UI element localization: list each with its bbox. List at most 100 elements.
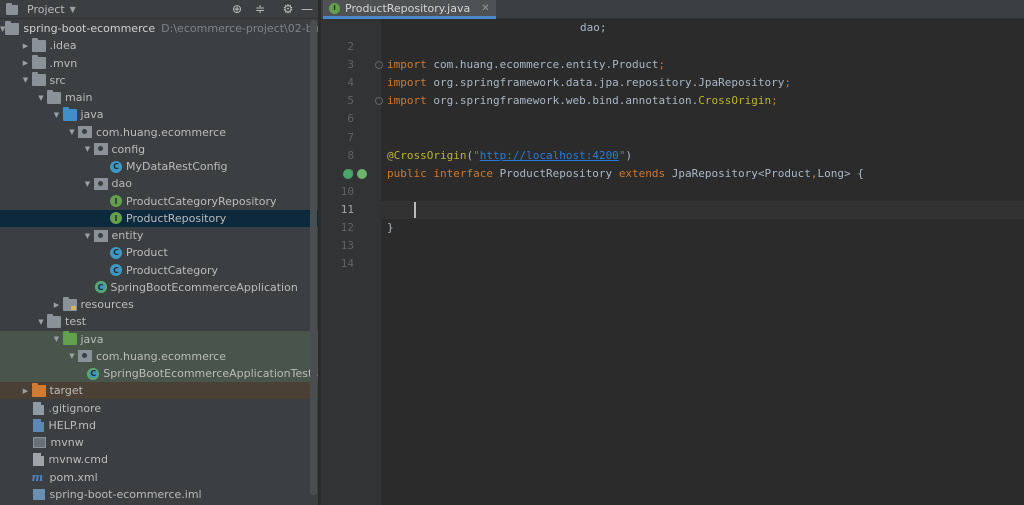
project-tree-scrollbar[interactable] [310,20,317,495]
line-number: 13 [340,239,354,253]
code-editor: I ProductRepository.java ✕ 2345678910111… [321,0,1024,505]
expand-arrow-icon[interactable]: ▼ [35,313,47,330]
tree-item[interactable]: ▶spring-boot-ecommerce.iml [0,486,318,503]
class-icon: C [110,160,122,173]
tree-item[interactable]: ▼ com.huang.ecommerce [0,124,318,141]
tree-item[interactable]: ▼ entity [0,227,318,244]
code-token: ProductRepository [492,166,619,180]
package-icon [78,126,92,138]
chevron-down-icon: ▼ [69,5,76,14]
line-number: 7 [347,130,354,144]
tree-item-label: MyDataRestConfig [126,160,228,173]
tree-item[interactable]: ▼ test [0,313,318,330]
tree-item[interactable]: ▶CSpringBootEcommerceApplicationTests [0,365,318,382]
close-icon[interactable]: ✕ [481,3,489,14]
tree-item-label: java [80,108,104,122]
tab-product-repository[interactable]: I ProductRepository.java ✕ [323,0,496,19]
code-token: ; [784,76,791,90]
hide-icon[interactable]: — [299,1,315,17]
collapse-arrow-icon[interactable]: ▶ [20,382,32,399]
code-line: } [387,219,394,237]
tree-item[interactable]: ▼ com.huang.ecommerce [0,347,318,365]
implemented-icon[interactable] [357,168,367,179]
expand-arrow-icon[interactable]: ▼ [82,227,94,244]
editor-tab-bar: I ProductRepository.java ✕ [321,0,1024,19]
tree-item-label: ProductCategoryRepository [126,194,277,208]
tree-item[interactable]: ▶ target [0,382,318,400]
tree-item[interactable]: ▼ src [0,72,318,89]
tree-item[interactable]: ▼ java [0,106,318,123]
markdown-icon [32,418,44,432]
tree-item[interactable]: ▼ config [0,141,318,158]
expand-arrow-icon[interactable]: ▼ [20,72,32,89]
tree-item[interactable]: ▶CProductCategory [0,262,318,279]
line-number: 6 [347,112,354,126]
code-token: import [387,94,427,108]
tree-item[interactable]: ▶mpom.xml [0,469,318,486]
tree-item[interactable]: ▶HELP.md [0,417,318,434]
tree-item-label: mvnw [50,436,84,449]
code-line: import org.springframework.web.bind.anno… [387,92,778,110]
package-icon [78,350,92,363]
collapse-arrow-icon[interactable]: ▶ [51,296,63,313]
module-icon [32,488,45,500]
tree-item-label: resources [80,298,134,311]
line-number: 3 [347,58,354,72]
spring-bean-icon[interactable] [343,168,353,179]
tree-item[interactable]: ▶CSpringBootEcommerceApplication [0,279,318,296]
tree-item-label: spring-boot-ecommerce.iml [49,487,202,501]
tree-item-label: main [65,91,93,104]
tree-item-label: Product [126,246,168,260]
tree-item[interactable]: ▶ .mvn [0,55,318,72]
project-view-selector[interactable]: Project ▼ [6,2,76,17]
expand-arrow-icon[interactable]: ▼ [51,106,63,123]
expand-arrow-icon[interactable]: ▼ [51,331,63,348]
code-token: org.springframework.web.bind.annotation. [426,94,699,108]
package-icon [93,177,108,190]
excluded-folder-icon [31,382,46,397]
tree-item[interactable]: ▼ java [0,330,318,348]
tree-item[interactable]: ▶.gitignore [0,400,318,417]
expand-arrow-icon[interactable]: ▼ [66,348,78,365]
expand-arrow-icon[interactable]: ▼ [66,124,78,141]
folder-icon [31,72,46,87]
line-number: 5 [347,94,354,108]
code-line: import org.springframework.data.jpa.repo… [387,74,791,92]
locate-icon[interactable]: ⊕ [229,1,245,17]
expand-arrow-icon[interactable]: ▼ [82,141,94,158]
tree-item[interactable]: ▶mvnw.cmd [0,451,318,468]
tree-item[interactable]: ▶IProductCategoryRepository [0,193,318,210]
spring-app-icon: C [94,281,107,294]
text-caret [414,202,416,218]
gear-icon[interactable]: ⚙ [280,1,296,17]
project-panel-header: Project ▼ ⊕ ≑ ⚙ — [0,0,321,19]
code-line: @CrossOrigin("http://localhost:4200") [387,147,632,165]
collapse-all-icon[interactable]: ≑ [252,1,268,17]
breadcrumb-tail: dao; [578,19,609,37]
expand-arrow-icon[interactable]: ▼ [82,175,94,192]
collapse-arrow-icon[interactable]: ▶ [20,37,32,54]
tree-item[interactable]: ▼ main [0,89,318,106]
tree-item-label: ProductRepository [126,211,227,225]
source-folder-icon [62,106,77,121]
tree-item-label: .idea [49,39,77,53]
code-text-area[interactable]: import com.huang.ecommerce.entity.Produc… [381,19,1024,505]
code-token: extends [618,166,666,180]
code-token: Long> { [817,166,864,180]
collapse-arrow-icon[interactable]: ▶ [20,55,32,72]
tree-item[interactable]: ▼ dao [0,175,318,192]
tree-item-label: .gitignore [48,401,102,415]
project-panel-title: Project [27,3,65,16]
interface-icon: I [110,195,122,207]
tree-item[interactable]: ▶ .idea [0,37,318,54]
tree-item[interactable]: ▶mvnw [0,434,318,451]
tree-item[interactable]: ▶CMyDataRestConfig [0,158,318,175]
code-token: ; [771,94,778,108]
tree-item[interactable]: ▶CProduct [0,244,318,261]
tree-item-label: com.huang.ecommerce [96,349,226,363]
expand-arrow-icon[interactable]: ▼ [35,89,47,106]
tree-item[interactable]: ▶ resources [0,296,318,313]
tree-item[interactable]: ▶IProductRepository [0,209,318,227]
tree-item-label: target [49,384,83,398]
tree-item[interactable]: ▼spring-boot-ecommerceD:\ecommerce-proje… [0,20,623,37]
